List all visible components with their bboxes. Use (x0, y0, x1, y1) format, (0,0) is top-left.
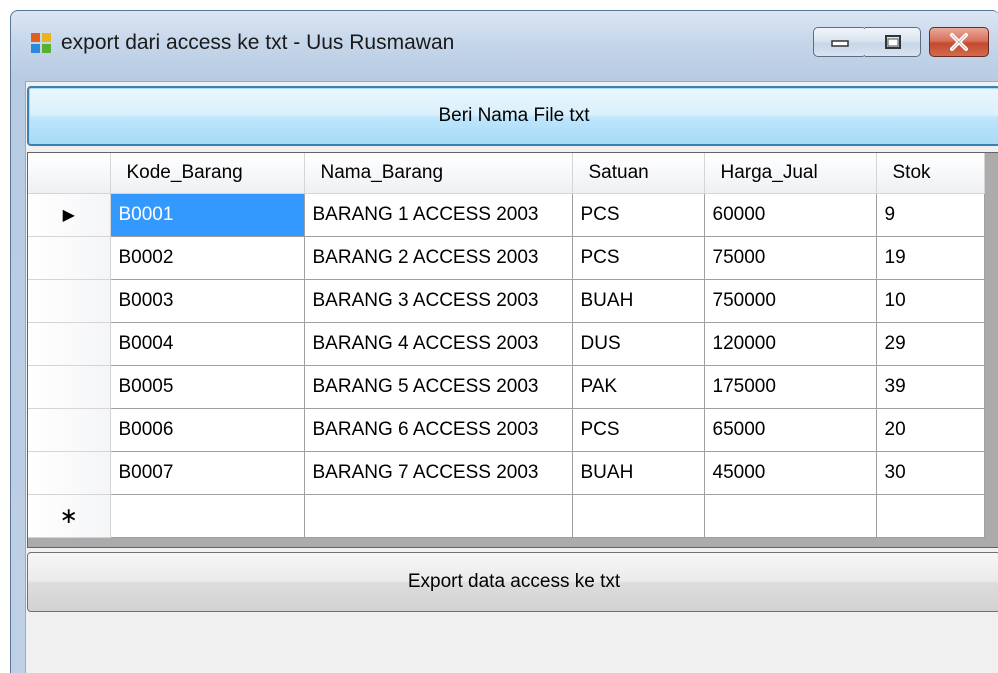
row-header[interactable] (28, 279, 111, 323)
table-cell[interactable]: BARANG 4 ACCESS 2003 (304, 322, 573, 366)
table-cell[interactable]: 19 (876, 236, 985, 280)
column-header-harga-jual[interactable]: Harga_Jual (704, 153, 877, 194)
table-cell[interactable]: B0006 (110, 408, 305, 452)
table-cell[interactable]: DUS (572, 322, 705, 366)
table-cell[interactable] (704, 494, 877, 538)
client-area: Beri Nama File txt Kode_Barang Nama_Bara… (25, 81, 998, 673)
column-header-stok[interactable]: Stok (876, 153, 985, 194)
app-window: export dari access ke txt - Uus Rusmawan… (10, 10, 998, 673)
grid-header-row: Kode_Barang Nama_Barang Satuan Harga_Jua… (28, 153, 985, 194)
table-row[interactable]: ▶ B0001 BARANG 1 ACCESS 2003 PCS 60000 9 (28, 193, 985, 237)
column-header-kode-barang[interactable]: Kode_Barang (110, 153, 305, 194)
table-cell[interactable]: B0004 (110, 322, 305, 366)
table-cell[interactable] (304, 494, 573, 538)
row-header[interactable] (28, 365, 111, 409)
table-cell[interactable]: BARANG 6 ACCESS 2003 (304, 408, 573, 452)
new-row-asterisk-icon: ∗ (59, 502, 78, 528)
column-header-nama-barang[interactable]: Nama_Barang (304, 153, 573, 194)
table-cell[interactable]: 9 (876, 193, 985, 237)
table-cell[interactable]: 39 (876, 365, 985, 409)
table-cell[interactable] (876, 494, 985, 538)
export-button-label: Export data access ke txt (407, 571, 621, 592)
table-cell[interactable]: PCS (572, 193, 705, 237)
table-cell[interactable]: 75000 (704, 236, 877, 280)
table-cell[interactable]: B0002 (110, 236, 305, 280)
table-row[interactable]: B0007 BARANG 7 ACCESS 2003 BUAH 45000 30 (28, 451, 985, 495)
table-cell[interactable]: BARANG 2 ACCESS 2003 (304, 236, 573, 280)
grid-corner[interactable] (28, 153, 111, 194)
row-header[interactable] (28, 236, 111, 280)
title-bar[interactable]: export dari access ke txt - Uus Rusmawan (11, 11, 998, 79)
table-row[interactable]: B0005 BARANG 5 ACCESS 2003 PAK 175000 39 (28, 365, 985, 409)
table-cell[interactable]: 10 (876, 279, 985, 323)
row-header[interactable] (28, 451, 111, 495)
row-header[interactable] (28, 408, 111, 452)
table-cell[interactable]: 20 (876, 408, 985, 452)
data-grid[interactable]: Kode_Barang Nama_Barang Satuan Harga_Jua… (27, 152, 998, 548)
name-file-button-label: Beri Nama File txt (438, 105, 590, 126)
table-cell[interactable]: PCS (572, 408, 705, 452)
table-cell[interactable]: BUAH (572, 279, 705, 323)
table-cell[interactable]: BARANG 5 ACCESS 2003 (304, 365, 573, 409)
table-cell[interactable]: 750000 (704, 279, 877, 323)
table-cell[interactable]: 60000 (704, 193, 877, 237)
table-cell[interactable]: 30 (876, 451, 985, 495)
table-cell[interactable] (572, 494, 705, 538)
export-button[interactable]: Export data access ke txt (27, 552, 998, 612)
row-header[interactable]: ∗ (28, 494, 111, 538)
table-cell[interactable]: PCS (572, 236, 705, 280)
table-row[interactable]: B0006 BARANG 6 ACCESS 2003 PCS 65000 20 (28, 408, 985, 452)
table-cell[interactable]: 65000 (704, 408, 877, 452)
table-cell[interactable]: B0005 (110, 365, 305, 409)
grid-table: Kode_Barang Nama_Barang Satuan Harga_Jua… (28, 153, 985, 538)
name-file-button[interactable]: Beri Nama File txt (27, 86, 998, 146)
current-row-arrow-icon: ▶ (62, 206, 75, 224)
row-header[interactable] (28, 322, 111, 366)
new-row[interactable]: ∗ (28, 494, 985, 538)
table-cell[interactable]: BUAH (572, 451, 705, 495)
table-cell[interactable]: 29 (876, 322, 985, 366)
maximize-button[interactable] (865, 27, 921, 57)
table-cell[interactable]: BARANG 7 ACCESS 2003 (304, 451, 573, 495)
table-row[interactable]: B0003 BARANG 3 ACCESS 2003 BUAH 750000 1… (28, 279, 985, 323)
table-cell[interactable]: B0007 (110, 451, 305, 495)
maximize-icon (884, 35, 901, 49)
table-row[interactable]: B0002 BARANG 2 ACCESS 2003 PCS 75000 19 (28, 236, 985, 280)
window-title: export dari access ke txt - Uus Rusmawan (61, 31, 455, 54)
table-cell[interactable]: B0003 (110, 279, 305, 323)
row-header[interactable]: ▶ (28, 193, 111, 237)
minimize-button[interactable] (813, 27, 867, 57)
table-cell[interactable] (110, 494, 305, 538)
table-cell[interactable]: 45000 (704, 451, 877, 495)
table-cell[interactable]: 120000 (704, 322, 877, 366)
app-icon (31, 33, 53, 53)
table-cell[interactable]: BARANG 3 ACCESS 2003 (304, 279, 573, 323)
minimize-icon (831, 40, 849, 47)
column-header-satuan[interactable]: Satuan (572, 153, 705, 194)
table-cell[interactable]: B0001 (110, 193, 305, 237)
close-button[interactable] (929, 27, 989, 57)
table-row[interactable]: B0004 BARANG 4 ACCESS 2003 DUS 120000 29 (28, 322, 985, 366)
table-cell[interactable]: BARANG 1 ACCESS 2003 (304, 193, 573, 237)
table-cell[interactable]: 175000 (704, 365, 877, 409)
close-icon (950, 33, 968, 51)
table-cell[interactable]: PAK (572, 365, 705, 409)
